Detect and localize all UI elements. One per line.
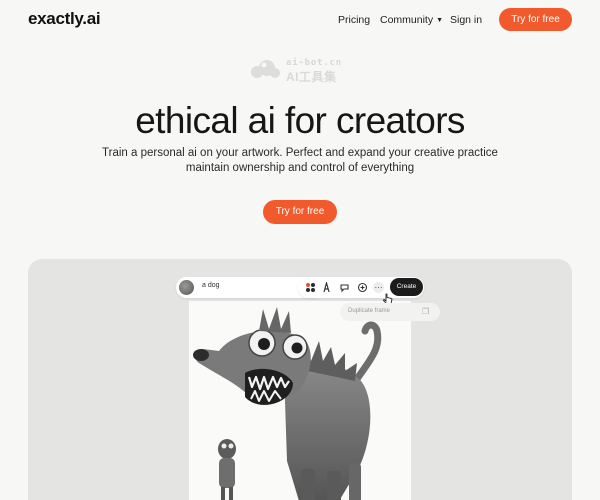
caret-down-icon: ▼: [436, 17, 444, 24]
demo-panel: a dog ··· Create Duplicate frame ❐: [28, 259, 572, 500]
more-options-icon[interactable]: ···: [373, 282, 384, 293]
watermark: ai-bot.cn AI工具集: [248, 57, 368, 85]
prompt-text: a dog: [202, 282, 220, 289]
hero-subtitle-line2: maintain ownership and control of everyt…: [185, 162, 415, 174]
nav-link-pricing[interactable]: Pricing: [338, 14, 370, 26]
hero-title: ethical ai for creators: [135, 100, 465, 141]
nav-link-community[interactable]: Community ▼: [380, 14, 443, 26]
style-avatar[interactable]: [179, 280, 194, 295]
top-nav: exactly.ai Pricing Community ▼ Sign in Tr…: [0, 0, 600, 40]
copy-icon: ❐: [422, 307, 430, 316]
nav-link-community-label: Community: [380, 14, 434, 26]
brush-icon[interactable]: [321, 280, 332, 293]
add-icon[interactable]: [357, 282, 368, 293]
generated-artwork: [189, 301, 411, 500]
logo[interactable]: exactly.ai: [28, 9, 101, 29]
monster-dog-illustration: [193, 307, 382, 500]
try-for-free-button-nav[interactable]: Try for free: [499, 8, 572, 31]
watermark-label: AI工具集: [286, 70, 337, 84]
nav-link-signin[interactable]: Sign in: [450, 14, 482, 26]
watermark-logo-icon: [251, 60, 280, 78]
palette-icon[interactable]: [305, 282, 316, 293]
watermark-url: ai-bot.cn: [286, 58, 342, 68]
create-button[interactable]: Create: [390, 278, 423, 296]
hero-subtitle-line1: Train a personal ai on your artwork. Per…: [102, 147, 498, 159]
try-for-free-button-hero[interactable]: Try for free: [263, 200, 337, 224]
chat-icon[interactable]: [339, 282, 350, 293]
duplicate-frame-tooltip: Duplicate frame ❐: [340, 303, 440, 321]
tooltip-text: Duplicate frame: [348, 308, 391, 314]
